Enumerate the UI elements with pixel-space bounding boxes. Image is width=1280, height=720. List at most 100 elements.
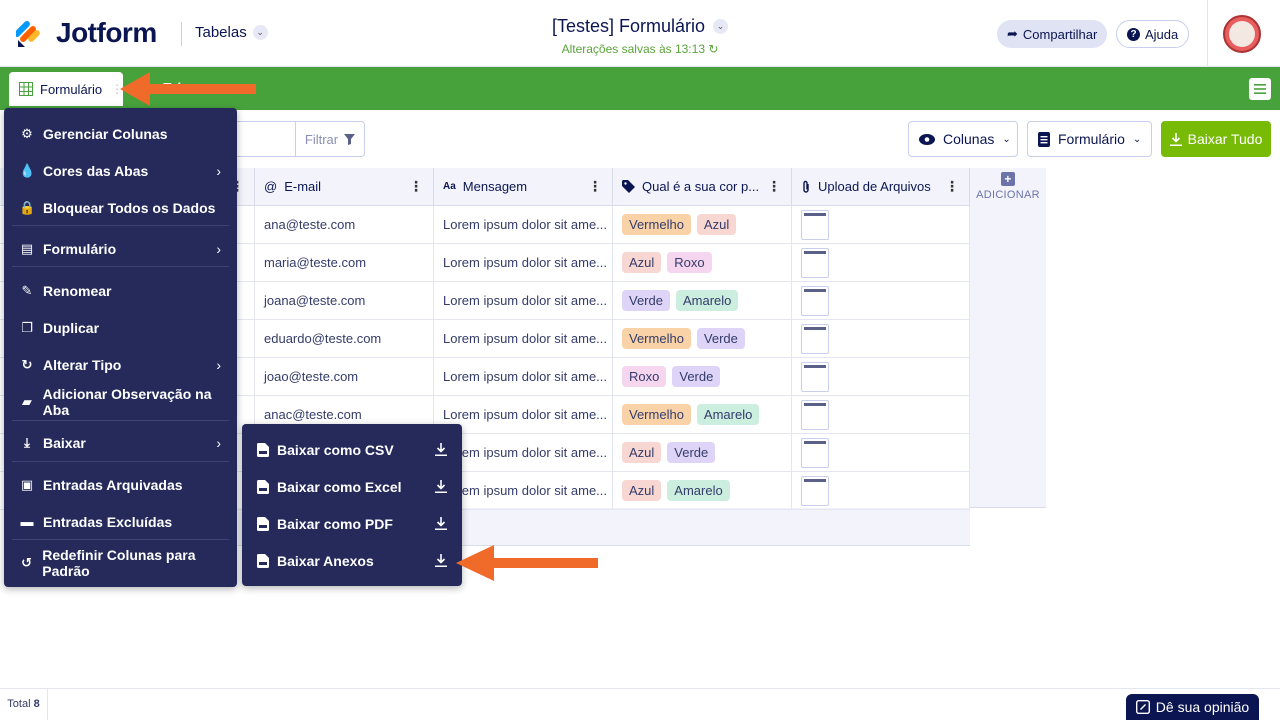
menu-item[interactable]: ✎ Renomear: [4, 272, 237, 309]
file-thumbnail[interactable]: [801, 475, 829, 506]
file-thumbnail[interactable]: [801, 323, 829, 354]
column-options-icon[interactable]: ⋮: [767, 178, 781, 195]
menu-item[interactable]: ▰ Adicionar Observação na Aba: [4, 383, 237, 420]
filter-button[interactable]: Filtrar: [295, 121, 365, 157]
menu-divider: [12, 420, 229, 421]
column-header-upload[interactable]: Upload de Arquivos ⋮: [792, 168, 970, 206]
menu-item[interactable]: ↺ Redefinir Colunas para Padrão: [4, 544, 237, 581]
menu-item[interactable]: ▬ Entradas Excluídas: [4, 503, 237, 540]
column-header-color[interactable]: Qual é a sua cor p... ⋮: [613, 168, 792, 206]
upload-cell[interactable]: [792, 206, 970, 244]
menu-item[interactable]: ↻ Alterar Tipo ›: [4, 346, 237, 383]
email-cell[interactable]: maria@teste.com: [255, 244, 434, 282]
form-title-dropdown[interactable]: [Testes] Formulário ⌄: [552, 16, 729, 37]
message-cell[interactable]: Lorem ipsum dolor sit ame...: [434, 282, 613, 320]
avatar[interactable]: [1223, 15, 1261, 53]
search-input[interactable]: [236, 121, 296, 157]
file-thumbnail[interactable]: [801, 285, 829, 316]
upload-cell[interactable]: [792, 434, 970, 472]
menu-item[interactable]: 💧 Cores das Abas ›: [4, 152, 237, 189]
download-icon: [435, 554, 447, 567]
add-column-button[interactable]: + ADICIONAR: [970, 172, 1046, 201]
avatar-face: [1229, 21, 1255, 47]
color-cell[interactable]: Azul Roxo: [613, 244, 792, 282]
upload-cell[interactable]: [792, 282, 970, 320]
color-tag: Verde: [667, 442, 716, 463]
download-icon: [435, 517, 447, 530]
color-cell[interactable]: Verde Amarelo: [613, 282, 792, 320]
menu-item[interactable]: ⤓ Baixar ›: [4, 424, 237, 461]
upload-cell[interactable]: [792, 358, 970, 396]
email-cell[interactable]: joana@teste.com: [255, 282, 434, 320]
chevron-right-icon: ›: [216, 240, 221, 257]
refresh-icon: ↻: [708, 42, 719, 56]
message-cell[interactable]: Lorem ipsum dolor sit ame...: [434, 320, 613, 358]
color-cell[interactable]: Vermelho Azul: [613, 206, 792, 244]
menu-divider: [12, 539, 229, 540]
note-icon: ▰: [21, 393, 32, 409]
color-cell[interactable]: Roxo Verde: [613, 358, 792, 396]
color-tag: Amarelo: [667, 480, 730, 501]
menu-divider: [12, 461, 229, 462]
email-cell[interactable]: eduardo@teste.com: [255, 320, 434, 358]
message-cell[interactable]: Lorem ipsum dolor sit ame...: [434, 206, 613, 244]
upload-cell[interactable]: [792, 472, 970, 510]
color-cell[interactable]: Vermelho Verde: [613, 320, 792, 358]
upload-cell[interactable]: [792, 244, 970, 282]
color-tag: Roxo: [667, 252, 712, 273]
csv-file-icon: [257, 442, 269, 457]
help-button[interactable]: ? Ajuda: [1116, 20, 1190, 48]
droplet-icon: 💧: [19, 162, 36, 178]
download-option[interactable]: Baixar como PDF: [242, 505, 462, 542]
color-tag: Azul: [622, 252, 662, 273]
download-submenu: Baixar como CSV Baixar como Excel Baixar c…: [242, 424, 462, 586]
upload-cell[interactable]: [792, 320, 970, 358]
download-option[interactable]: Baixar como CSV: [242, 431, 462, 468]
file-thumbnail[interactable]: [801, 399, 829, 430]
column-options-icon[interactable]: ⋮: [945, 178, 959, 195]
download-option[interactable]: Baixar Anexos: [242, 542, 462, 579]
share-button[interactable]: ➦ Compartilhar: [997, 20, 1108, 48]
file-thumbnail[interactable]: [801, 437, 829, 468]
columns-button[interactable]: Colunas ⌄: [908, 121, 1018, 157]
upload-cell[interactable]: [792, 396, 970, 434]
chevron-down-icon: ⌄: [1002, 133, 1011, 145]
feedback-icon: [1135, 700, 1150, 714]
hamburger-icon[interactable]: [1249, 78, 1271, 100]
color-tag: Azul: [622, 442, 662, 463]
message-cell[interactable]: Lorem ipsum dolor sit ame...: [434, 358, 613, 396]
chevron-right-icon: ›: [216, 162, 221, 179]
form-icon: [1038, 131, 1050, 147]
column-options-icon[interactable]: ⋮: [588, 178, 602, 195]
color-cell[interactable]: Vermelho Amarelo: [613, 396, 792, 434]
file-thumbnail[interactable]: [801, 361, 829, 392]
feedback-button[interactable]: Dê sua opinião: [1126, 694, 1259, 720]
email-cell[interactable]: joao@teste.com: [255, 358, 434, 396]
chevron-right-icon: ›: [216, 356, 221, 373]
column-header-message[interactable]: Aa Mensagem ⋮: [434, 168, 613, 206]
column-options-icon[interactable]: ⋮: [409, 178, 423, 195]
form-button[interactable]: Formulário ⌄: [1027, 121, 1152, 157]
menu-item[interactable]: ▤ Formulário ›: [4, 230, 237, 267]
table-icon: [19, 82, 33, 96]
tab-formulario[interactable]: Formulário ⋮: [9, 72, 123, 106]
menu-item[interactable]: ▣ Entradas Arquivadas: [4, 466, 237, 503]
menu-item[interactable]: ⚙ Gerenciar Colunas: [4, 115, 237, 152]
message-cell[interactable]: Lorem ipsum dolor sit ame...: [434, 244, 613, 282]
color-tag: Vermelho: [622, 328, 691, 349]
menu-item[interactable]: 🔒 Bloquear Todos os Dados: [4, 189, 237, 226]
color-cell[interactable]: Azul Amarelo: [613, 472, 792, 510]
download-icon: [1169, 132, 1182, 146]
plus-icon: +: [1001, 172, 1015, 186]
file-thumbnail[interactable]: [801, 247, 829, 278]
color-cell[interactable]: Azul Verde: [613, 434, 792, 472]
download-option[interactable]: Baixar como Excel: [242, 468, 462, 505]
email-cell[interactable]: ana@teste.com: [255, 206, 434, 244]
download-all-button[interactable]: Baixar Tudo: [1161, 121, 1271, 157]
menu-item[interactable]: ❐ Duplicar: [4, 309, 237, 346]
download-icon: [435, 443, 447, 456]
excel-file-icon: [257, 479, 269, 494]
footer: [0, 688, 1280, 720]
file-thumbnail[interactable]: [801, 209, 829, 240]
column-header-email[interactable]: @ E-mail ⋮: [255, 168, 434, 206]
